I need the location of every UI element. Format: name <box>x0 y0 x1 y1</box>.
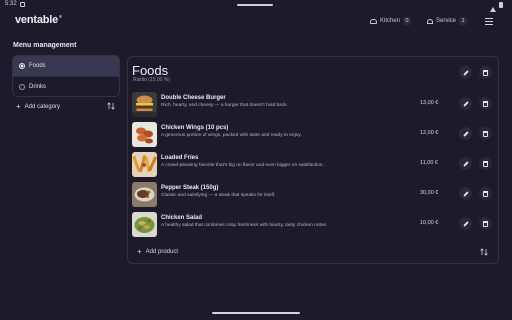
product-description: A generous portion of wings, packed with… <box>161 133 302 138</box>
pencil-icon <box>462 190 469 197</box>
product-description: A healthy salad that combines crisp fres… <box>161 223 328 228</box>
service-label: Service <box>435 18 456 24</box>
product-row[interactable]: Chicken Wings (10 pcs) A generous portio… <box>132 121 494 149</box>
add-category-label: Add category <box>24 103 61 110</box>
delete-product-button[interactable] <box>479 157 492 170</box>
product-name: Chicken Wings (10 pcs) <box>161 125 229 131</box>
product-price: 10,00 € <box>420 220 439 226</box>
category-subtitle: Ristito (15,00 %) <box>133 77 170 83</box>
edit-category-button[interactable] <box>459 66 472 79</box>
edit-product-button[interactable] <box>459 97 472 110</box>
product-price: 30,00 € <box>420 190 439 196</box>
plus-icon: + <box>16 101 21 111</box>
app-header: ventable® Kitchen 0 Service 1 <box>0 10 512 32</box>
burger-image <box>132 92 157 117</box>
product-name: Pepper Steak (150g) <box>161 185 219 191</box>
battery-icon <box>499 2 503 8</box>
gesture-nav-handle[interactable] <box>212 312 300 314</box>
delete-product-button[interactable] <box>479 97 492 110</box>
product-row[interactable]: Loaded Fries A crowd-pleasing favorite t… <box>132 151 494 179</box>
status-time: 5:32 <box>5 1 17 7</box>
radio-icon <box>19 83 25 90</box>
delete-product-button[interactable] <box>479 217 492 230</box>
trash-icon <box>483 100 488 107</box>
service-button[interactable]: Service 1 <box>423 14 471 28</box>
service-count-badge: 1 <box>459 17 467 25</box>
product-row[interactable]: Chicken Salad A healthy salad that combi… <box>132 211 494 239</box>
pencil-icon <box>462 130 469 137</box>
category-label: Drinks <box>29 83 47 90</box>
kitchen-button[interactable]: Kitchen 0 <box>366 14 416 28</box>
product-description: Classic and satisfying — a steak that sp… <box>161 193 276 198</box>
trash-icon <box>483 220 488 227</box>
hamburger-menu-button[interactable] <box>483 15 495 27</box>
loaded-fries-image <box>132 152 157 177</box>
product-price: 11,00 € <box>420 160 438 166</box>
pencil-icon <box>462 220 469 227</box>
chicken-salad-image <box>132 212 157 237</box>
edit-product-button[interactable] <box>459 127 472 140</box>
hamburger-icon <box>485 17 493 19</box>
kitchen-label: Kitchen <box>380 18 401 24</box>
top-drag-handle <box>237 4 273 6</box>
category-label: Foods <box>29 63 46 69</box>
trash-icon <box>483 69 488 76</box>
chef-hat-icon <box>370 18 377 24</box>
product-name: Double Cheese Burger <box>161 95 226 101</box>
menu-management-title: Menu management <box>13 42 77 49</box>
product-name: Loaded Fries <box>161 155 199 161</box>
add-category-button[interactable]: + Add category <box>16 101 60 112</box>
add-product-label: Add product <box>145 249 179 255</box>
trash-icon <box>483 130 488 137</box>
delete-product-button[interactable] <box>479 187 492 200</box>
delete-category-button[interactable] <box>479 66 492 79</box>
pepper-steak-image <box>132 182 157 207</box>
edit-product-button[interactable] <box>459 187 472 200</box>
reorder-icon[interactable] <box>107 102 115 110</box>
product-description: Rich, hearty, and cheesy — a burger that… <box>161 103 288 108</box>
system-status-bar: 5:32 <box>0 0 512 12</box>
pencil-icon <box>462 100 469 107</box>
kitchen-count-badge: 0 <box>403 17 412 25</box>
pencil-icon <box>462 69 469 76</box>
edit-product-button[interactable] <box>459 157 472 170</box>
category-item-foods[interactable]: Foods <box>13 56 119 76</box>
product-description: A crowd-pleasing favorite that's big on … <box>161 163 324 168</box>
delete-product-button[interactable] <box>479 127 492 140</box>
category-title: Foods <box>132 63 169 78</box>
plus-icon: + <box>137 247 142 256</box>
product-price: 13,00 € <box>420 100 439 106</box>
category-list: Foods Drinks <box>12 55 120 97</box>
trash-icon <box>483 190 488 197</box>
category-item-drinks[interactable]: Drinks <box>13 76 119 96</box>
notification-icon <box>20 2 25 7</box>
pencil-icon <box>462 160 469 167</box>
edit-product-button[interactable] <box>459 217 472 230</box>
radio-selected-icon <box>19 63 25 69</box>
chicken-wings-image <box>132 122 157 147</box>
reorder-icon[interactable] <box>480 248 488 256</box>
product-name: Chicken Salad <box>161 215 203 221</box>
add-product-button[interactable]: + Add product <box>137 247 178 257</box>
product-row[interactable]: Pepper Steak (150g) Classic and satisfyi… <box>132 181 494 209</box>
trash-icon <box>483 160 488 167</box>
app-logo: ventable® <box>15 14 62 26</box>
cloche-icon <box>427 18 433 24</box>
product-row[interactable]: Double Cheese Burger Rich, hearty, and c… <box>132 91 494 119</box>
product-price: 12,00 € <box>420 130 439 136</box>
